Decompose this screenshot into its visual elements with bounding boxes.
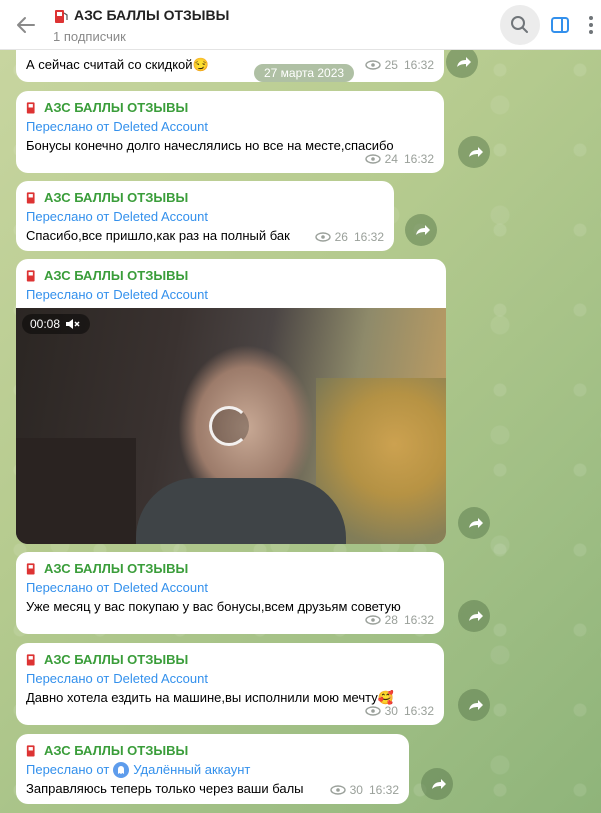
message-time: 16:32 xyxy=(368,782,399,797)
message-text: Бонусы конечно долго начеслялись но все … xyxy=(26,138,394,153)
fuel-pump-icon xyxy=(26,270,35,282)
share-arrow-icon xyxy=(432,779,446,789)
message-text: Заправляюсь теперь только через ваши бал… xyxy=(26,781,304,796)
eye-icon xyxy=(364,59,381,70)
message-meta: 26 16:32 xyxy=(314,229,384,244)
view-count: 30 xyxy=(384,704,398,718)
forwarded-from-link[interactable]: Deleted Account xyxy=(113,287,208,302)
deleted-account-avatar xyxy=(113,761,130,778)
channel-name[interactable]: АЗС БАЛЛЫ ОТЗЫВЫ xyxy=(44,268,188,283)
loading-spinner xyxy=(209,406,249,446)
fuel-pump-icon xyxy=(26,745,35,757)
message-text: Давно хотела ездить на машине,вы исполни… xyxy=(26,690,378,705)
message-text: А сейчас считай со скидкой xyxy=(26,57,193,72)
share-button[interactable] xyxy=(458,600,490,632)
forwarded-label: Переслано от xyxy=(26,580,110,595)
message-meta: 30 16:32 xyxy=(329,782,399,797)
fuel-pump-icon xyxy=(26,563,35,575)
more-button[interactable] xyxy=(585,12,597,38)
fuel-pump-icon xyxy=(26,192,35,204)
search-icon xyxy=(511,16,528,33)
message-time: 16:32 xyxy=(403,152,434,166)
emoji: 😏 xyxy=(192,57,209,72)
message-time: 16:32 xyxy=(353,229,384,244)
message-meta: 25 16:32 xyxy=(364,57,434,72)
eye-icon xyxy=(364,615,381,625)
message-bubble[interactable]: АЗС БАЛЛЫ ОТЗЫВЫ Переслано от Deleted Acc… xyxy=(16,552,444,634)
eye-icon xyxy=(364,154,381,164)
message-bubble[interactable]: АЗС БАЛЛЫ ОТЗЫВЫ Переслано от Deleted Acc… xyxy=(16,91,444,173)
view-count: 28 xyxy=(384,613,398,627)
ghost-icon xyxy=(118,765,125,774)
view-count: 26 xyxy=(334,229,348,244)
forwarded-label: Переслано от xyxy=(26,119,110,134)
video-duration: 00:08 xyxy=(30,317,61,331)
fuel-pump-icon xyxy=(55,10,68,23)
message-bubble[interactable]: АЗС БАЛЛЫ ОТЗЫВЫ Переслано от Deleted Acc… xyxy=(16,643,444,725)
sidebar-toggle-button[interactable] xyxy=(549,14,571,36)
search-button[interactable] xyxy=(500,5,540,45)
share-arrow-icon xyxy=(469,147,483,157)
forwarded-from-link[interactable]: Удалённый аккаунт xyxy=(133,762,250,777)
date-divider: 27 марта 2023 xyxy=(254,64,355,82)
message-meta: 28 16:32 xyxy=(26,613,434,627)
share-button[interactable] xyxy=(421,768,453,800)
eye-icon xyxy=(314,231,331,242)
message-text: Спасибо,все пришло,как раз на полный бак xyxy=(26,228,290,243)
share-button[interactable] xyxy=(458,689,490,721)
message-time: 16:32 xyxy=(403,704,434,718)
forwarded-label: Переслано от xyxy=(26,209,110,224)
forwarded-from-link[interactable]: Deleted Account xyxy=(113,119,208,134)
eye-icon xyxy=(329,784,346,795)
message-meta: 30 16:32 xyxy=(26,704,434,718)
subscriber-count: 1 подписчик xyxy=(53,29,126,44)
video-frame-detail xyxy=(16,438,136,544)
more-vertical-icon xyxy=(589,16,593,34)
message-bubble[interactable]: АЗС БАЛЛЫ ОТЗЫВЫ Переслано от Deleted Acc… xyxy=(16,181,394,251)
forwarded-from-link[interactable]: Deleted Account xyxy=(113,209,208,224)
share-button[interactable] xyxy=(446,46,478,78)
fuel-pump-icon xyxy=(26,654,35,666)
view-count: 24 xyxy=(384,152,398,166)
share-arrow-icon xyxy=(416,225,430,235)
share-arrow-icon xyxy=(469,518,483,528)
chat-title[interactable]: АЗС БАЛЛЫ ОТЗЫВЫ xyxy=(74,7,229,23)
channel-name[interactable]: АЗС БАЛЛЫ ОТЗЫВЫ xyxy=(44,743,188,758)
message-time: 16:32 xyxy=(403,57,434,72)
share-arrow-icon xyxy=(469,611,483,621)
chat-header: АЗС БАЛЛЫ ОТЗЫВЫ 1 подписчик xyxy=(0,0,601,50)
fuel-pump-icon xyxy=(26,102,35,114)
forwarded-label: Переслано от xyxy=(26,671,110,686)
sidebar-toggle-icon xyxy=(551,17,569,33)
message-text: Уже месяц у вас покупаю у вас бонусы,все… xyxy=(26,599,401,614)
channel-name[interactable]: АЗС БАЛЛЫ ОТЗЫВЫ xyxy=(44,100,188,115)
view-count: 30 xyxy=(349,782,363,797)
message-meta: 24 16:32 xyxy=(26,152,434,166)
forwarded-label: Переслано от xyxy=(26,762,110,777)
share-arrow-icon xyxy=(469,700,483,710)
channel-name[interactable]: АЗС БАЛЛЫ ОТЗЫВЫ xyxy=(44,190,188,205)
forwarded-from-link[interactable]: Deleted Account xyxy=(113,580,208,595)
back-button[interactable] xyxy=(14,13,38,37)
forwarded-label: Переслано от xyxy=(26,287,110,302)
arrow-left-icon xyxy=(17,17,35,33)
channel-name[interactable]: АЗС БАЛЛЫ ОТЗЫВЫ xyxy=(44,652,188,667)
forwarded-from-link[interactable]: Deleted Account xyxy=(113,671,208,686)
view-count: 25 xyxy=(384,57,398,72)
message-bubble[interactable]: АЗС БАЛЛЫ ОТЗЫВЫ Переслано от Удалённый … xyxy=(16,734,409,804)
eye-icon xyxy=(364,706,381,716)
message-time: 16:32 xyxy=(403,613,434,627)
emoji: 🥰 xyxy=(377,690,394,705)
channel-name[interactable]: АЗС БАЛЛЫ ОТЗЫВЫ xyxy=(44,561,188,576)
video-frame-detail xyxy=(136,478,346,544)
muted-speaker-icon[interactable] xyxy=(64,317,82,331)
share-arrow-icon xyxy=(457,57,471,67)
video-player[interactable]: 00:08 xyxy=(16,308,446,544)
share-button[interactable] xyxy=(458,136,490,168)
share-button[interactable] xyxy=(405,214,437,246)
video-duration-badge: 00:08 xyxy=(22,314,91,334)
share-button[interactable] xyxy=(458,507,490,539)
